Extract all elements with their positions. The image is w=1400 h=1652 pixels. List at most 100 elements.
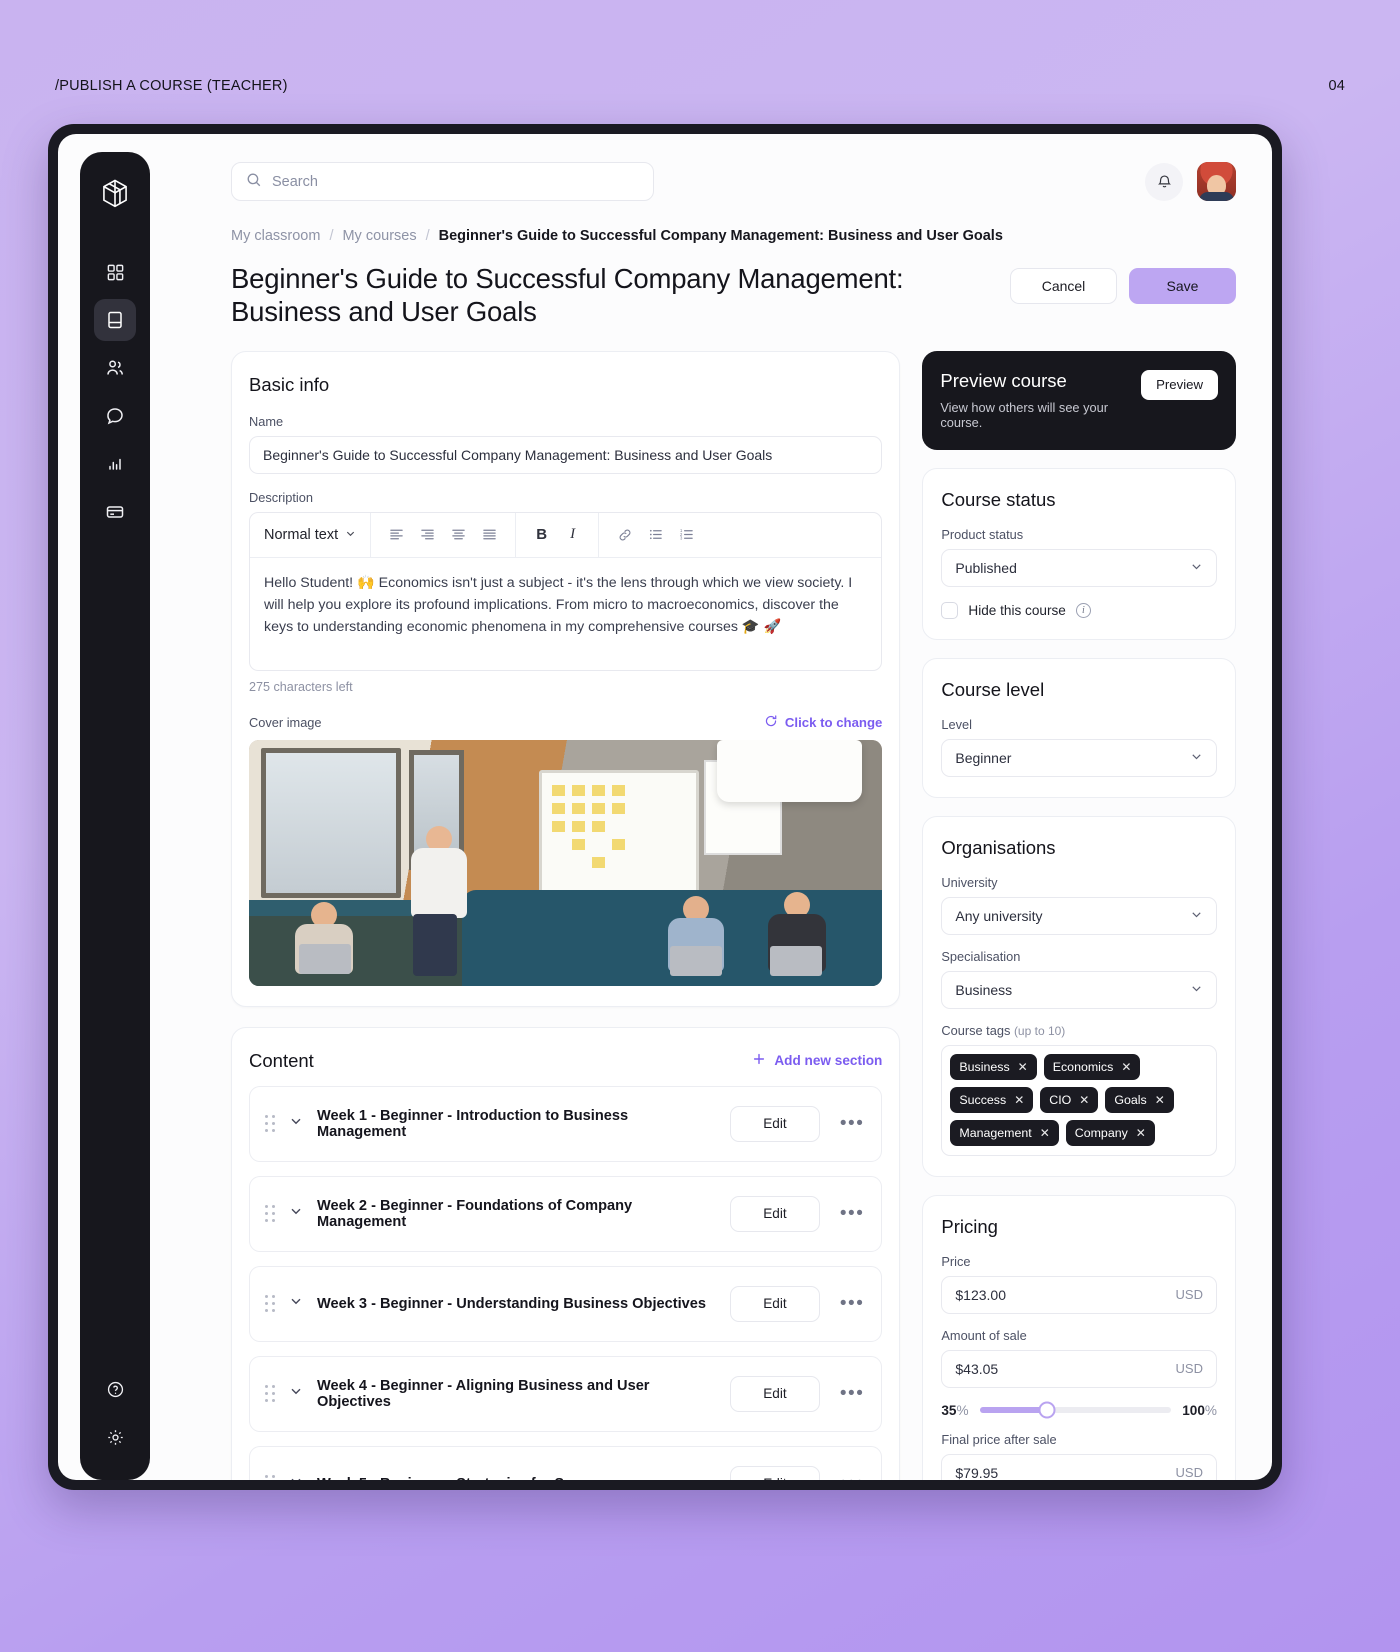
- final-price-input[interactable]: $79.95 USD: [941, 1453, 1217, 1480]
- chevron-down-icon[interactable]: [289, 1114, 303, 1133]
- numbered-list-icon[interactable]: 123: [673, 521, 700, 548]
- amount-of-sale-currency: USD: [1175, 1361, 1203, 1377]
- drag-handle-icon[interactable]: [265, 1115, 275, 1133]
- level-select[interactable]: Beginner: [941, 738, 1217, 777]
- course-tags-box[interactable]: Business ✕ Economics ✕ Success ✕ CIO ✕ G…: [941, 1044, 1217, 1156]
- edit-button[interactable]: Edit: [729, 1195, 820, 1232]
- more-options-icon[interactable]: •••: [834, 1113, 864, 1135]
- edit-button[interactable]: Edit: [729, 1375, 820, 1412]
- chevron-down-icon: [345, 527, 356, 543]
- edit-button[interactable]: Edit: [729, 1105, 820, 1142]
- chevron-down-icon[interactable]: [289, 1384, 303, 1403]
- price-input[interactable]: $123.00 USD: [941, 1275, 1217, 1314]
- amount-of-sale-input[interactable]: $43.05 USD: [941, 1349, 1217, 1388]
- gear-icon[interactable]: [94, 1416, 136, 1458]
- search-input[interactable]: Search: [231, 162, 654, 201]
- final-price-currency: USD: [1175, 1465, 1203, 1480]
- cover-image[interactable]: [249, 739, 883, 986]
- tag-remove-icon[interactable]: ✕: [1018, 1060, 1028, 1074]
- info-icon[interactable]: i: [1075, 602, 1091, 618]
- drag-handle-icon[interactable]: [265, 1475, 275, 1480]
- sidebar-item-messages[interactable]: [94, 395, 136, 437]
- cover-change-button[interactable]: Click to change: [764, 714, 882, 731]
- hide-course-label: Hide this course: [968, 602, 1066, 618]
- discount-slider[interactable]: [979, 1401, 1172, 1419]
- preview-course-subtitle: View how others will see your course.: [940, 399, 1108, 430]
- add-new-section-button[interactable]: Add new section: [752, 1052, 882, 1069]
- specialisation-select[interactable]: Business: [941, 970, 1217, 1009]
- sidebar-item-courses[interactable]: [94, 299, 136, 341]
- description-text[interactable]: Hello Student! 🙌 Economics isn't just a …: [250, 558, 881, 670]
- tag-remove-icon[interactable]: ✕: [1040, 1126, 1050, 1140]
- table-row[interactable]: Week 1 - Beginner - Introduction to Busi…: [249, 1085, 883, 1162]
- help-circle-icon[interactable]: [94, 1368, 136, 1410]
- bell-icon[interactable]: [1145, 162, 1183, 201]
- table-row[interactable]: Week 5 - Beginner - Strategies for Succe…: [249, 1445, 883, 1480]
- edit-button[interactable]: Edit: [729, 1465, 820, 1480]
- align-left-icon[interactable]: [383, 521, 410, 548]
- tag-chip[interactable]: Company ✕: [1065, 1119, 1155, 1146]
- drag-handle-icon[interactable]: [265, 1385, 275, 1403]
- more-options-icon[interactable]: •••: [834, 1293, 864, 1315]
- slider-knob[interactable]: [1038, 1401, 1056, 1419]
- more-options-icon[interactable]: •••: [834, 1203, 864, 1225]
- align-center-icon[interactable]: [445, 521, 472, 548]
- cube-logo-icon[interactable]: [100, 178, 130, 215]
- editor-toolbar: Normal text B I 1 2 3: [250, 512, 882, 558]
- tag-remove-icon[interactable]: ✕: [1155, 1093, 1165, 1107]
- chevron-down-icon[interactable]: [289, 1294, 303, 1313]
- align-tools: [370, 512, 515, 557]
- breadcrumb-my-classroom[interactable]: My classroom: [231, 228, 320, 244]
- tag-remove-icon[interactable]: ✕: [1136, 1126, 1146, 1140]
- university-label: University: [941, 874, 998, 890]
- more-options-icon[interactable]: •••: [834, 1473, 864, 1480]
- sidebar-item-billing[interactable]: [94, 491, 136, 533]
- hide-course-checkbox[interactable]: [941, 601, 959, 619]
- preview-button[interactable]: Preview: [1141, 369, 1218, 400]
- italic-icon[interactable]: I: [559, 521, 586, 548]
- section-title: Week 1 - Beginner - Introduction to Busi…: [317, 1107, 629, 1140]
- align-justify-icon[interactable]: [476, 521, 503, 548]
- product-status-select[interactable]: Published: [941, 548, 1217, 587]
- tag-chip[interactable]: Business ✕: [950, 1053, 1037, 1080]
- bold-icon[interactable]: B: [528, 521, 555, 548]
- table-row[interactable]: Week 4 - Beginner - Aligning Business an…: [249, 1355, 883, 1432]
- tag-remove-icon[interactable]: ✕: [1014, 1093, 1024, 1107]
- hide-course-row[interactable]: Hide this course i: [941, 601, 1217, 619]
- sidebar-item-dashboard[interactable]: [94, 251, 136, 293]
- breadcrumb-separator-2: /: [425, 228, 430, 244]
- name-input[interactable]: Beginner's Guide to Successful Company M…: [249, 435, 883, 474]
- edit-button[interactable]: Edit: [729, 1285, 820, 1322]
- pricing-card: Pricing Price $123.00 USD Amount of sale…: [922, 1194, 1236, 1480]
- topbar-actions: [1145, 162, 1236, 201]
- tag-chip[interactable]: CIO ✕: [1040, 1086, 1099, 1113]
- text-style-select[interactable]: Normal text: [264, 527, 370, 543]
- sidebar-item-students[interactable]: [94, 347, 136, 389]
- sidebar-item-analytics[interactable]: [94, 443, 136, 485]
- table-row[interactable]: Week 3 - Beginner - Understanding Busine…: [249, 1265, 883, 1342]
- tag-remove-icon[interactable]: ✕: [1121, 1060, 1131, 1074]
- slider-min-label: 35%: [941, 1402, 969, 1418]
- chevron-down-icon[interactable]: [289, 1474, 303, 1480]
- avatar[interactable]: [1197, 162, 1236, 201]
- university-select[interactable]: Any university: [941, 896, 1217, 935]
- more-options-icon[interactable]: •••: [834, 1383, 864, 1405]
- align-right-icon[interactable]: [414, 521, 441, 548]
- chevron-down-icon[interactable]: [289, 1204, 303, 1223]
- tag-chip[interactable]: Management ✕: [950, 1119, 1059, 1146]
- product-status-value: Published: [955, 559, 1017, 576]
- save-button[interactable]: Save: [1129, 268, 1236, 304]
- drag-handle-icon[interactable]: [265, 1205, 275, 1223]
- tag-chip[interactable]: Economics ✕: [1043, 1053, 1141, 1080]
- drag-handle-icon[interactable]: [265, 1295, 275, 1313]
- tag-label: Economics: [1052, 1059, 1114, 1074]
- bullet-list-icon[interactable]: [642, 521, 669, 548]
- tag-chip[interactable]: Success ✕: [950, 1086, 1034, 1113]
- table-row[interactable]: Week 2 - Beginner - Foundations of Compa…: [249, 1175, 883, 1252]
- link-icon[interactable]: [611, 521, 638, 548]
- pricing-title: Pricing: [941, 1215, 998, 1237]
- breadcrumb-my-courses[interactable]: My courses: [342, 228, 416, 244]
- tag-chip[interactable]: Goals ✕: [1105, 1086, 1174, 1113]
- tag-remove-icon[interactable]: ✕: [1079, 1093, 1089, 1107]
- cancel-button[interactable]: Cancel: [1010, 268, 1117, 304]
